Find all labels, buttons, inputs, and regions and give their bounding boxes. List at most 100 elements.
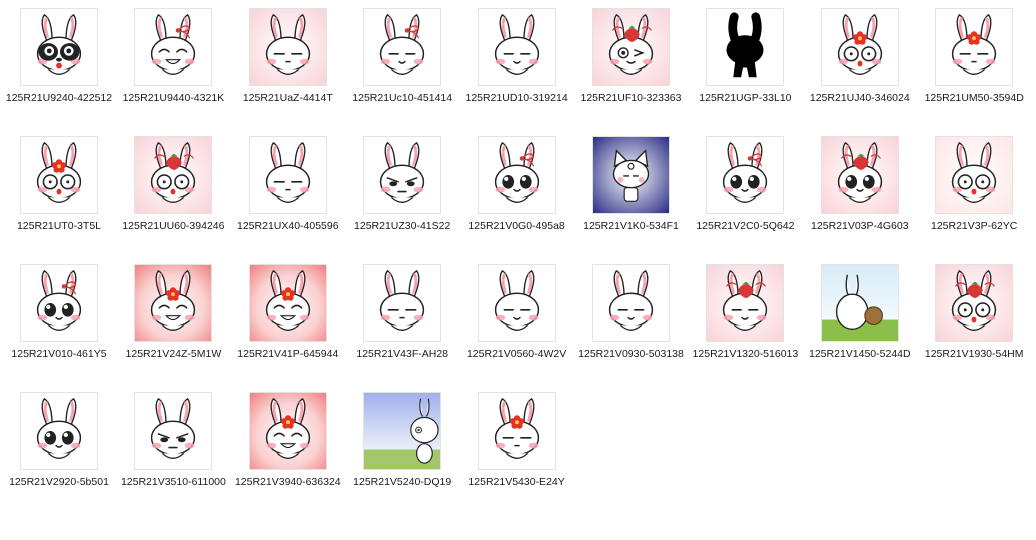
file-item[interactable]: 125R21V1320-516013 xyxy=(688,256,802,384)
file-name[interactable]: 125R21V1450-5244D xyxy=(805,348,915,361)
file-name[interactable]: 125R21V1320-516013 xyxy=(690,348,800,361)
thumbnail-image[interactable] xyxy=(134,264,213,342)
thumbnail-image[interactable] xyxy=(477,264,556,342)
file-name[interactable]: 125R21V0930-503138 xyxy=(576,348,686,361)
file-name[interactable]: 125R21V010-461Y5 xyxy=(4,348,114,361)
file-name[interactable]: 125R21UM50-3594D xyxy=(919,92,1029,105)
file-name[interactable]: 125R21V1930-54HM xyxy=(919,348,1029,361)
thumbnail-image[interactable] xyxy=(935,264,1014,342)
file-name[interactable]: 125R21V5240-DQ19 xyxy=(347,476,457,489)
thumbnail-image[interactable] xyxy=(820,136,899,214)
file-item[interactable]: 125R21U9240-422512 xyxy=(2,0,116,128)
file-item[interactable]: 125R21UGP-33L10 xyxy=(688,0,802,128)
file-name[interactable]: 125R21UGP-33L10 xyxy=(690,92,800,105)
thumbnail-image[interactable] xyxy=(935,136,1014,214)
thumbnail-image[interactable] xyxy=(248,392,327,470)
file-name[interactable]: 125R21Uc10-451414 xyxy=(347,92,457,105)
file-item[interactable]: 125R21UX40-405596 xyxy=(231,128,345,256)
thumbnail-image[interactable] xyxy=(477,136,556,214)
file-name[interactable]: 125R21V0G0-495a8 xyxy=(462,220,572,233)
file-name[interactable]: 125R21U9240-422512 xyxy=(4,92,114,105)
thumbnail-image[interactable] xyxy=(592,264,670,342)
thumbnail-image[interactable] xyxy=(248,136,327,214)
file-name[interactable]: 125R21UT0-3T5L xyxy=(4,220,114,233)
file-name[interactable]: 125R21V2920-5b501 xyxy=(4,476,114,489)
thumbnail-image[interactable] xyxy=(363,8,442,86)
bunny-happy-pink-icon xyxy=(707,265,784,341)
file-item[interactable]: 125R21V010-461Y5 xyxy=(2,256,116,384)
file-item[interactable]: 125R21V3510-611000 xyxy=(116,384,230,512)
file-item[interactable]: 125R21V3940-636324 xyxy=(231,384,345,512)
thumbnail-image[interactable] xyxy=(20,264,98,342)
thumbnail-image[interactable] xyxy=(706,136,785,214)
bunny-carrot-icon xyxy=(249,137,326,213)
file-name[interactable]: 125R21U9440-4321K xyxy=(118,92,228,105)
file-name[interactable]: 125R21V1K0-534F1 xyxy=(576,220,686,233)
thumbnail-image[interactable] xyxy=(477,8,556,86)
thumbnail-image[interactable] xyxy=(248,8,327,86)
file-name[interactable]: 125R21V0560-4W2V xyxy=(462,348,572,361)
file-item[interactable]: 125R21V03P-4G603 xyxy=(803,128,917,256)
thumbnail-image[interactable] xyxy=(706,8,785,86)
file-name[interactable]: 125R21UF10-323363 xyxy=(576,92,686,105)
bunny-scared-flower-icon xyxy=(821,9,898,85)
file-item[interactable]: 125R21V5430-E24Y xyxy=(460,384,574,512)
file-item[interactable]: 125R21UM50-3594D xyxy=(917,0,1031,128)
file-item[interactable]: 125R21V1930-54HM xyxy=(917,256,1031,384)
file-item[interactable]: 125R21V2920-5b501 xyxy=(2,384,116,512)
thumbnail-image[interactable] xyxy=(134,136,213,214)
file-item[interactable]: 125R21V0930-503138 xyxy=(574,256,688,384)
file-item[interactable]: 125R21UJ40-346024 xyxy=(803,0,917,128)
file-name[interactable]: 125R21V24Z-5M1W xyxy=(118,348,228,361)
thumbnail-image[interactable] xyxy=(820,8,899,86)
file-item[interactable]: 125R21V1K0-534F1 xyxy=(574,128,688,256)
file-item[interactable]: 125R21V0560-4W2V xyxy=(460,256,574,384)
file-name[interactable]: 125R21V43F-AH28 xyxy=(347,348,457,361)
file-item[interactable]: 125R21V5240-DQ19 xyxy=(345,384,459,512)
file-name[interactable]: 125R21V5430-E24Y xyxy=(462,476,572,489)
file-name[interactable]: 125R21V41P-645944 xyxy=(233,348,343,361)
file-item[interactable]: 125R21V2C0-5Q642 xyxy=(688,128,802,256)
thumbnail-image[interactable] xyxy=(592,136,670,214)
file-name[interactable]: 125R21UJ40-346024 xyxy=(805,92,915,105)
thumbnail-image[interactable] xyxy=(134,8,213,86)
thumbnail-image[interactable] xyxy=(20,392,98,470)
thumbnail-image[interactable] xyxy=(820,264,899,342)
thumbnail-image[interactable] xyxy=(363,136,442,214)
file-name[interactable]: 125R21V3510-611000 xyxy=(118,476,228,489)
thumbnail-image[interactable] xyxy=(706,264,785,342)
thumbnail-image[interactable] xyxy=(477,392,556,470)
file-name[interactable]: 125R21V03P-4G603 xyxy=(805,220,915,233)
file-item[interactable]: 125R21V1450-5244D xyxy=(803,256,917,384)
file-item[interactable]: 125R21UT0-3T5L xyxy=(2,128,116,256)
file-name[interactable]: 125R21UX40-405596 xyxy=(233,220,343,233)
file-item[interactable]: 125R21UaZ-4414T xyxy=(231,0,345,128)
file-item[interactable]: 125R21V24Z-5M1W xyxy=(116,256,230,384)
thumbnail-image[interactable] xyxy=(592,8,670,86)
file-item[interactable]: 125R21V3P-62YC xyxy=(917,128,1031,256)
file-item[interactable]: 125R21V43F-AH28 xyxy=(345,256,459,384)
thumbnail-image[interactable] xyxy=(363,392,442,470)
file-name[interactable]: 125R21V3P-62YC xyxy=(919,220,1029,233)
thumbnail-image[interactable] xyxy=(20,8,98,86)
thumbnail-image[interactable] xyxy=(20,136,98,214)
thumbnail-image[interactable] xyxy=(935,8,1014,86)
thumbnail-image[interactable] xyxy=(248,264,327,342)
file-item[interactable]: 125R21V0G0-495a8 xyxy=(460,128,574,256)
file-name[interactable]: 125R21V2C0-5Q642 xyxy=(690,220,800,233)
file-item[interactable]: 125R21Uc10-451414 xyxy=(345,0,459,128)
bunny-sleepy-flower-icon xyxy=(478,393,555,469)
file-name[interactable]: 125R21UZ30-41S22 xyxy=(347,220,457,233)
file-item[interactable]: 125R21UU60-394246 xyxy=(116,128,230,256)
file-name[interactable]: 125R21UD10-319214 xyxy=(462,92,572,105)
file-item[interactable]: 125R21UD10-319214 xyxy=(460,0,574,128)
thumbnail-image[interactable] xyxy=(363,264,442,342)
thumbnail-image[interactable] xyxy=(134,392,213,470)
file-item[interactable]: 125R21UF10-323363 xyxy=(574,0,688,128)
file-name[interactable]: 125R21V3940-636324 xyxy=(233,476,343,489)
file-name[interactable]: 125R21UaZ-4414T xyxy=(233,92,343,105)
file-item[interactable]: 125R21V41P-645944 xyxy=(231,256,345,384)
file-item[interactable]: 125R21UZ30-41S22 xyxy=(345,128,459,256)
file-name[interactable]: 125R21UU60-394246 xyxy=(118,220,228,233)
file-item[interactable]: 125R21U9440-4321K xyxy=(116,0,230,128)
